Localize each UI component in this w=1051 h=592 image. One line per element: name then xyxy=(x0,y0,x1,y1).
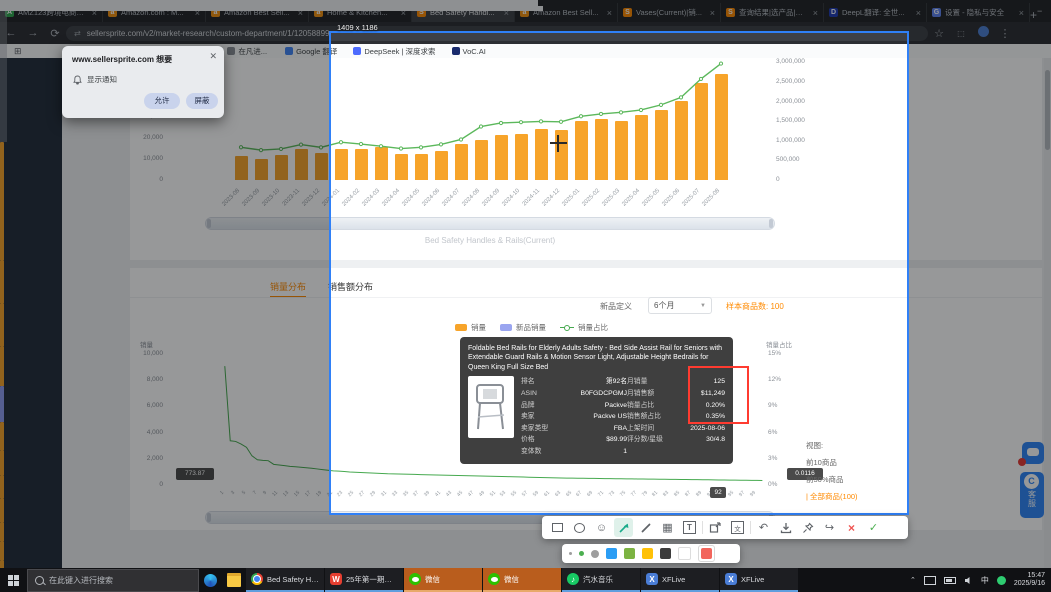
bell-icon xyxy=(73,75,82,85)
search-icon xyxy=(35,576,44,585)
color-swatch[interactable] xyxy=(701,548,712,559)
screen: AAMZ123跨境电商导航×aAmazon.com : M...×aAmazon… xyxy=(0,0,1051,592)
crosshair-cursor xyxy=(557,135,559,152)
popup-permission-text: 显示通知 xyxy=(87,74,117,85)
close-icon[interactable]: ✕ xyxy=(209,51,217,62)
cancel-icon[interactable]: × xyxy=(842,518,861,537)
pin-image-tool-icon[interactable] xyxy=(706,518,725,537)
pen-tool-icon[interactable] xyxy=(636,518,655,537)
undo-icon[interactable]: ↶ xyxy=(754,518,773,537)
taskbar-app-live[interactable]: XXFLive xyxy=(720,568,798,592)
mosaic-tool-icon[interactable]: ▦ xyxy=(658,518,677,537)
taskbar-app-wechat[interactable]: 微信 xyxy=(404,568,482,592)
search-placeholder: 在此键入进行搜索 xyxy=(49,575,113,586)
tray-input-method[interactable]: 中 xyxy=(981,575,989,586)
start-button[interactable] xyxy=(0,568,27,592)
taskbar-clock[interactable]: 15:47 2025/9/16 xyxy=(1014,572,1045,589)
tray-battery-icon[interactable] xyxy=(944,577,956,584)
color-swatch[interactable] xyxy=(606,548,617,559)
taskbar-edge-icon[interactable] xyxy=(199,568,222,592)
taskbar-search[interactable]: 在此键入进行搜索 xyxy=(27,569,199,592)
screenshot-selection-box[interactable] xyxy=(329,31,909,515)
color-swatch[interactable] xyxy=(624,548,635,559)
allow-button[interactable]: 允许 xyxy=(144,93,180,109)
ellipse-tool-icon[interactable] xyxy=(570,518,589,537)
dim-right xyxy=(909,31,1051,515)
taskbar-apps: Bed Safety Handl...W25年第一期选品系...微信微信♪汽水音… xyxy=(246,568,799,592)
selection-size-label: 1409 x 1186 xyxy=(337,23,378,32)
pin-icon[interactable] xyxy=(798,518,817,537)
arrow-tool-icon[interactable] xyxy=(614,518,633,537)
text-tool-icon[interactable]: T xyxy=(680,518,699,537)
stroke-size-dot[interactable] xyxy=(569,552,572,555)
rect-tool-icon[interactable] xyxy=(548,518,567,537)
notification-permission-popup: www.sellersprite.com 想要 ✕ 显示通知 允许 屏蔽 xyxy=(62,46,224,118)
annotation-palette xyxy=(562,544,740,563)
tray-chevron-icon[interactable]: ⌃ xyxy=(910,576,916,584)
share-icon[interactable]: ↪ xyxy=(820,518,839,537)
tray-app-icon[interactable] xyxy=(997,576,1006,585)
tray-monitor-icon[interactable] xyxy=(924,576,936,585)
block-button[interactable]: 屏蔽 xyxy=(186,93,218,109)
emoji-tool-icon[interactable]: ☺ xyxy=(592,518,611,537)
red-annotation-rectangle xyxy=(688,366,749,424)
annotation-toolbar: ☺ ▦ T 文 ↶ ↪ × ✓ xyxy=(542,516,908,539)
dim-top xyxy=(0,0,1051,31)
stroke-size-dot[interactable] xyxy=(579,551,584,556)
taskbar-explorer-icon[interactable] xyxy=(222,568,246,592)
taskbar-app-wechat[interactable]: 微信 xyxy=(483,568,561,592)
taskbar-app-live[interactable]: XXFLive xyxy=(641,568,719,592)
save-icon[interactable] xyxy=(776,518,795,537)
ocr-tool-icon[interactable]: 文 xyxy=(728,518,747,537)
color-swatch[interactable] xyxy=(660,548,671,559)
taskbar-app-music[interactable]: ♪汽水音乐 xyxy=(562,568,640,592)
popup-title: www.sellersprite.com 想要 xyxy=(72,54,172,65)
system-tray: ⌃ 中 15:47 2025/9/16 xyxy=(910,572,1051,589)
tray-volume-icon[interactable] xyxy=(964,576,973,585)
color-swatch[interactable] xyxy=(678,547,691,560)
taskbar: 在此键入进行搜索 Bed Safety Handl...W25年第一期选品系..… xyxy=(0,568,1051,592)
color-swatch-selected[interactable] xyxy=(698,545,715,562)
stroke-size-dot[interactable] xyxy=(591,550,599,558)
taskbar-app-chrome[interactable]: Bed Safety Handl... xyxy=(246,568,324,592)
confirm-icon[interactable]: ✓ xyxy=(864,518,883,537)
taskbar-app-wps[interactable]: W25年第一期选品系... xyxy=(325,568,403,592)
color-swatch[interactable] xyxy=(642,548,653,559)
